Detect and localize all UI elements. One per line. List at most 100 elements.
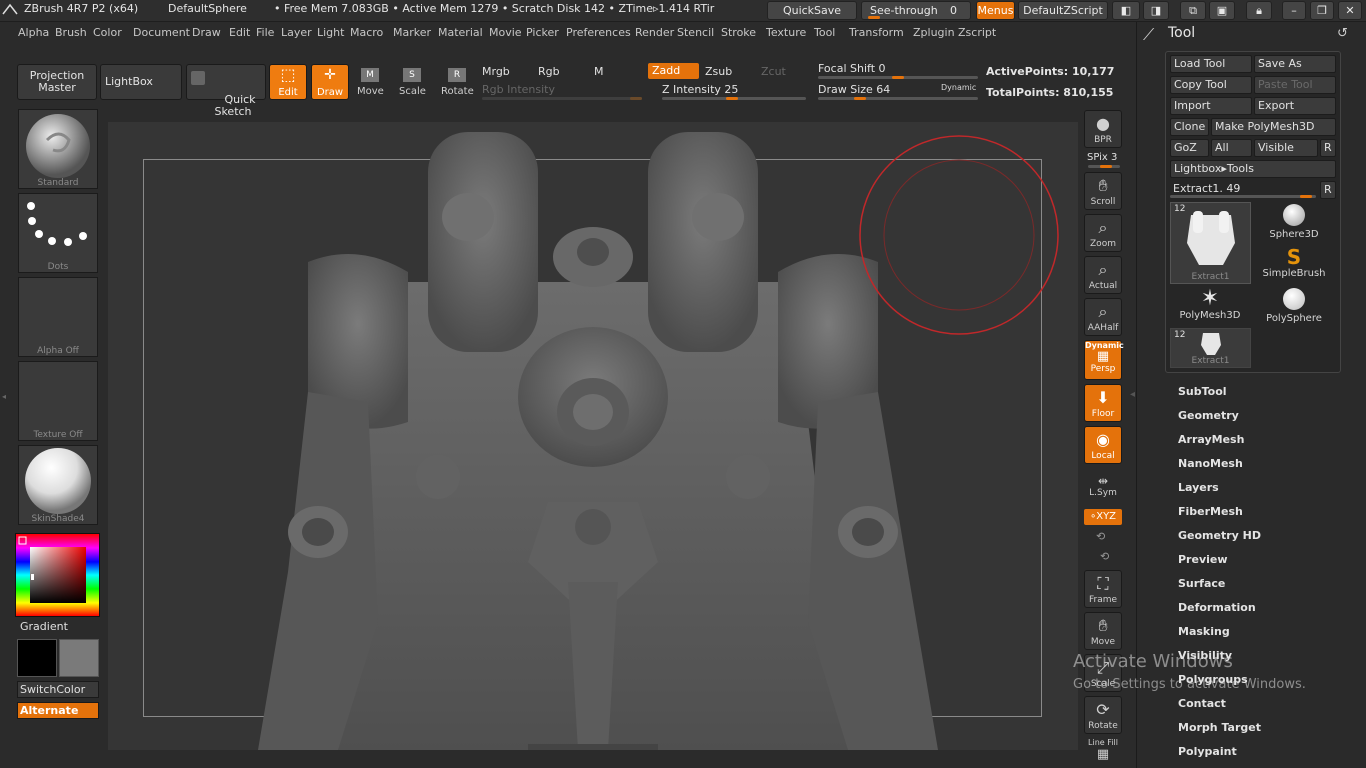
stroke-selector[interactable]: Dots (18, 193, 98, 273)
alternate-button[interactable]: Alternate (17, 702, 99, 719)
undock-icon[interactable]: ⧉ (1180, 1, 1206, 20)
minimize-icon[interactable]: – (1282, 1, 1306, 20)
rotate-z-icon[interactable]: ⟲ (1100, 550, 1109, 563)
menu-item-preferences[interactable]: Preferences (566, 26, 631, 39)
save-as-button[interactable]: Save As (1254, 55, 1336, 73)
tool-thumb-extract1-small[interactable]: 12 Extract1 (1170, 328, 1251, 368)
projection-master-button[interactable]: Projection Master (17, 64, 97, 100)
material-selector[interactable]: SkinShade4 (18, 445, 98, 525)
subpalette-layers[interactable]: Layers (1178, 481, 1219, 494)
secondary-color-swatch[interactable] (59, 639, 99, 677)
lock-icon[interactable]: 🔒︎ (1246, 1, 1272, 20)
export-button[interactable]: Export (1254, 97, 1336, 115)
local-button[interactable]: ◉ Local (1084, 426, 1122, 464)
subpalette-deformation[interactable]: Deformation (1178, 601, 1256, 614)
line-fill-button[interactable]: Line Fill ▦ (1084, 738, 1122, 768)
subpalette-subtool[interactable]: SubTool (1178, 385, 1227, 398)
floor-button[interactable]: ⬇︎ Floor (1084, 384, 1122, 422)
zoom-button[interactable]: ⌕ Zoom (1084, 214, 1122, 252)
brush-pin-icon[interactable]: ⟋ (1143, 25, 1154, 45)
zscript-button[interactable]: DefaultZScript (1018, 1, 1108, 20)
rotate-view-button[interactable]: ⟳ Rotate (1084, 696, 1122, 734)
menu-item-stroke[interactable]: Stroke (721, 26, 756, 39)
menu-item-texture[interactable]: Texture (766, 26, 806, 39)
focal-shift-slider[interactable] (818, 76, 978, 79)
scale-button[interactable]: S Scale (399, 64, 426, 100)
color-picker[interactable] (15, 533, 100, 617)
tool-thumb-extract1[interactable]: 12 Extract1 (1170, 202, 1251, 284)
scroll-button[interactable]: ✋︎ Scroll (1084, 172, 1122, 210)
move-button[interactable]: M Move (357, 64, 384, 100)
goz-button[interactable]: GoZ (1170, 139, 1209, 157)
all-button[interactable]: All (1211, 139, 1252, 157)
menu-item-color[interactable]: Color (93, 26, 122, 39)
menu-item-transform[interactable]: Transform (849, 26, 904, 39)
menu-item-draw[interactable]: Draw (192, 26, 221, 39)
layout-left-icon[interactable]: ◧ (1112, 1, 1140, 20)
draw-button[interactable]: ✛ Draw (311, 64, 349, 100)
goz-r-button[interactable]: R (1320, 139, 1336, 157)
rotate-y-icon[interactable]: ⟲ (1096, 530, 1105, 543)
load-tool-button[interactable]: Load Tool (1170, 55, 1252, 73)
rgb-button[interactable]: Rgb (538, 65, 560, 78)
subpalette-contact[interactable]: Contact (1178, 697, 1226, 710)
menu-item-stencil[interactable]: Stencil (677, 26, 714, 39)
paste-tool-button[interactable]: Paste Tool (1254, 76, 1336, 94)
menu-item-material[interactable]: Material (438, 26, 483, 39)
subpalette-preview[interactable]: Preview (1178, 553, 1228, 566)
make-polymesh-button[interactable]: Make PolyMesh3D (1211, 118, 1336, 136)
tool-thumb-sphere3d[interactable]: Sphere3D (1254, 204, 1334, 244)
layout-right-icon[interactable]: ◨ (1143, 1, 1169, 20)
menu-item-tool[interactable]: Tool (814, 26, 835, 39)
brush-selector[interactable]: Standard (18, 109, 98, 189)
clone-button[interactable]: Clone (1170, 118, 1209, 136)
canvas-viewport[interactable] (108, 122, 1078, 750)
menu-item-light[interactable]: Light (317, 26, 344, 39)
right-tray-arrow-icon[interactable]: ◂ (1130, 389, 1135, 400)
lightbox-button[interactable]: LightBox (100, 64, 182, 100)
edit-button[interactable]: ⬚ Edit (269, 64, 307, 100)
switch-color-button[interactable]: SwitchColor (17, 681, 99, 698)
menu-item-zplugin[interactable]: Zplugin (913, 26, 955, 39)
current-tool-r-button[interactable]: R (1320, 181, 1336, 199)
main-color-swatch[interactable] (17, 639, 57, 677)
import-button[interactable]: Import (1170, 97, 1252, 115)
quicksave-button[interactable]: QuickSave (767, 1, 857, 20)
subpalette-fibermesh[interactable]: FiberMesh (1178, 505, 1243, 518)
dynamic-toggle[interactable]: Dynamic (941, 83, 976, 92)
subpalette-surface[interactable]: Surface (1178, 577, 1225, 590)
menu-item-file[interactable]: File (256, 26, 274, 39)
z-intensity-slider[interactable] (662, 97, 806, 100)
mrgb-button[interactable]: Mrgb (482, 65, 510, 78)
menu-item-picker[interactable]: Picker (526, 26, 559, 39)
menu-item-zscript[interactable]: Zscript (958, 26, 996, 39)
subpalette-nanomesh[interactable]: NanoMesh (1178, 457, 1243, 470)
bottom-tray-handle[interactable] (528, 744, 658, 750)
draw-size-slider[interactable] (818, 97, 978, 100)
m-button[interactable]: M (594, 65, 604, 78)
menu-item-movie[interactable]: Movie (489, 26, 522, 39)
visible-button[interactable]: Visible (1254, 139, 1318, 157)
menu-item-alpha[interactable]: Alpha (18, 26, 49, 39)
subpalette-geometry[interactable]: Geometry (1178, 409, 1239, 422)
spix-slider[interactable] (1088, 165, 1120, 168)
close-icon[interactable]: ✕ (1338, 1, 1362, 20)
subpalette-arraymesh[interactable]: ArrayMesh (1178, 433, 1244, 446)
lsym-button[interactable]: ⇹ L.Sym (1084, 474, 1122, 502)
lightbox-tools-button[interactable]: Lightbox▸Tools (1170, 160, 1336, 178)
move-view-button[interactable]: ✋︎ Move (1084, 612, 1122, 650)
gradient-label[interactable]: Gradient (20, 620, 68, 633)
xyz-button[interactable]: ∘XYZ (1084, 509, 1122, 525)
menu-item-brush[interactable]: Brush (55, 26, 87, 39)
see-through-slider[interactable]: See-through 0 (861, 1, 971, 20)
rgb-intensity-slider[interactable] (482, 97, 642, 100)
window-layout-icon[interactable]: ▣ (1209, 1, 1235, 20)
left-tray-arrow-icon[interactable]: ◂ (2, 392, 8, 402)
copy-tool-button[interactable]: Copy Tool (1170, 76, 1252, 94)
subpalette-polypaint[interactable]: Polypaint (1178, 745, 1237, 758)
texture-selector[interactable]: Texture Off (18, 361, 98, 441)
tool-palette-title[interactable]: Tool (1168, 25, 1195, 41)
aahalf-button[interactable]: ⌕ AAHalf (1084, 298, 1122, 336)
subpalette-morph-target[interactable]: Morph Target (1178, 721, 1261, 734)
current-tool-slider[interactable] (1170, 195, 1316, 198)
